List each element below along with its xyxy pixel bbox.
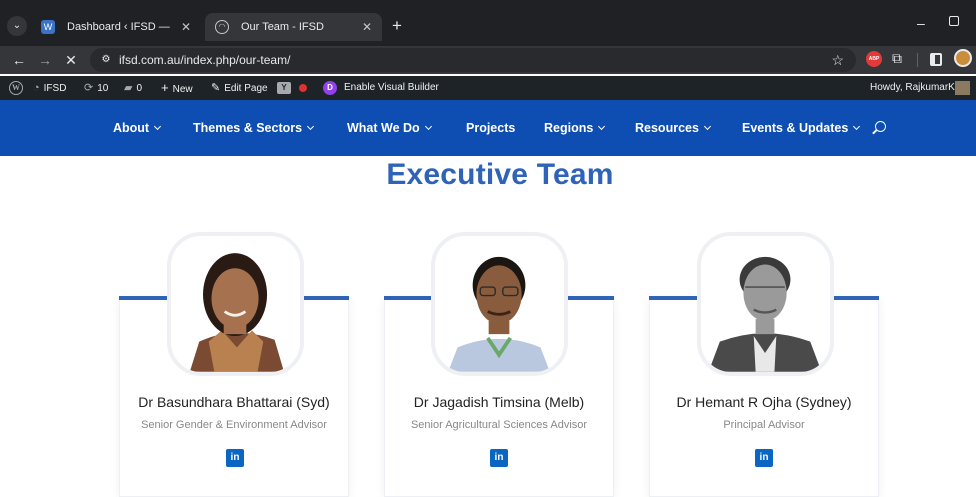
comment-bubble-icon: ▰ [124,82,133,94]
wordpress-favicon-icon: W [41,20,55,34]
linkedin-icon[interactable]: in [755,449,773,467]
team-member-photo [167,232,304,376]
user-avatar[interactable] [955,81,970,95]
pencil-icon: ✎ [211,82,221,94]
admin-new-link[interactable]: + New [161,76,193,102]
chevron-down-icon [154,122,162,131]
admin-site-link[interactable]: ◔ IFSD [33,76,66,101]
browser-tab-dashboard[interactable]: W Dashboard ‹ IFSD — WordPress ✕ [31,13,201,61]
nav-regions[interactable]: Regions [544,100,606,156]
tab-title: Our Team - IFSD [241,21,324,33]
nav-events-updates[interactable]: Events & Updates [742,100,861,156]
member-name: Dr Jagadish Timsina (Melb) [413,394,585,410]
admin-edit-page-link[interactable]: ✎ Edit Page [211,76,268,101]
search-icon[interactable] [875,121,886,132]
refresh-icon: ⟳ [84,82,94,94]
side-panel-icon[interactable] [930,53,942,66]
stop-loading-icon[interactable]: ✕ [61,50,81,70]
chevron-down-icon [598,122,606,131]
team-member-photo [697,232,834,376]
linkedin-icon[interactable]: in [490,449,508,467]
adblock-extension-icon[interactable]: ABP [866,51,882,67]
linkedin-icon[interactable]: in [226,449,244,467]
close-icon[interactable]: ✕ [362,13,372,41]
howdy-user-link[interactable]: Howdy, RajkumarK [870,76,955,100]
site-info-icon[interactable]: ⚙ [99,53,113,67]
dashboard-gauge-icon: ◔ [33,82,40,94]
member-role: Senior Gender & Environment Advisor [141,419,327,431]
plus-icon: + [161,80,169,95]
toolbar-divider [917,53,918,67]
nav-what-we-do[interactable]: What We Do [347,100,432,156]
member-role: Principal Advisor [723,419,805,431]
extensions-puzzle-icon[interactable]: ⧉ [892,50,902,67]
wordpress-logo-icon[interactable]: W [9,81,23,95]
loading-icon: ◠ [215,20,229,34]
portrait-image [701,236,830,372]
member-name: Dr Hemant R Ojha (Sydney) [676,394,852,410]
nav-themes-sectors[interactable]: Themes & Sectors [193,100,315,156]
chevron-down-icon [424,122,432,131]
portrait-image [435,236,564,372]
forward-arrow-icon[interactable]: → [35,50,55,70]
back-arrow-icon[interactable]: ← [9,50,29,70]
bookmark-star-icon[interactable]: ☆ [831,48,844,72]
new-tab-plus-icon[interactable]: + [387,16,407,36]
browser-toolbar: ← → ✕ ⚙ ifsd.com.au/index.php/our-team/ … [0,46,976,74]
chevron-down-icon [307,122,315,131]
member-name: Dr Basundhara Bhattarai (Syd) [138,394,330,410]
nav-resources[interactable]: Resources [635,100,711,156]
browser-tab-our-team[interactable]: ◠ Our Team - IFSD ✕ [205,13,382,41]
admin-updates-link[interactable]: ⟳ 10 [84,76,108,101]
seo-status-dot [299,84,307,92]
page-title: Executive Team [386,158,614,191]
chevron-down-icon [853,122,861,131]
portrait-image [171,236,300,372]
enable-visual-builder-link[interactable]: Enable Visual Builder [344,76,439,100]
team-member-photo [431,232,568,376]
tab-search-chevron-icon[interactable]: ⌄ [7,16,27,36]
nav-about[interactable]: About [113,100,162,156]
nav-projects[interactable]: Projects [466,100,515,156]
site-navigation: About Themes & Sectors What We Do Projec… [0,100,976,156]
profile-avatar-icon[interactable] [954,49,972,67]
chevron-down-icon [703,122,711,131]
wp-admin-bar: W ◔ IFSD ⟳ 10 ▰ 0 + New ✎ Edit Page Y D Enabl… [0,76,976,100]
minimize-icon[interactable]: – [917,15,925,31]
admin-comments-link[interactable]: ▰ 0 [124,76,142,101]
yoast-seo-icon[interactable]: Y [277,82,291,94]
browser-tab-strip: ⌄ W Dashboard ‹ IFSD — WordPress ✕ ◠ Our… [0,0,976,61]
member-role: Senior Agricultural Sciences Advisor [410,419,588,431]
restore-window-icon[interactable] [949,16,959,26]
close-icon[interactable]: ✕ [181,13,191,41]
address-bar[interactable]: ⚙ ifsd.com.au/index.php/our-team/ ☆ [90,48,856,72]
url-text[interactable]: ifsd.com.au/index.php/our-team/ [119,48,290,72]
divi-logo-icon: D [323,81,337,95]
